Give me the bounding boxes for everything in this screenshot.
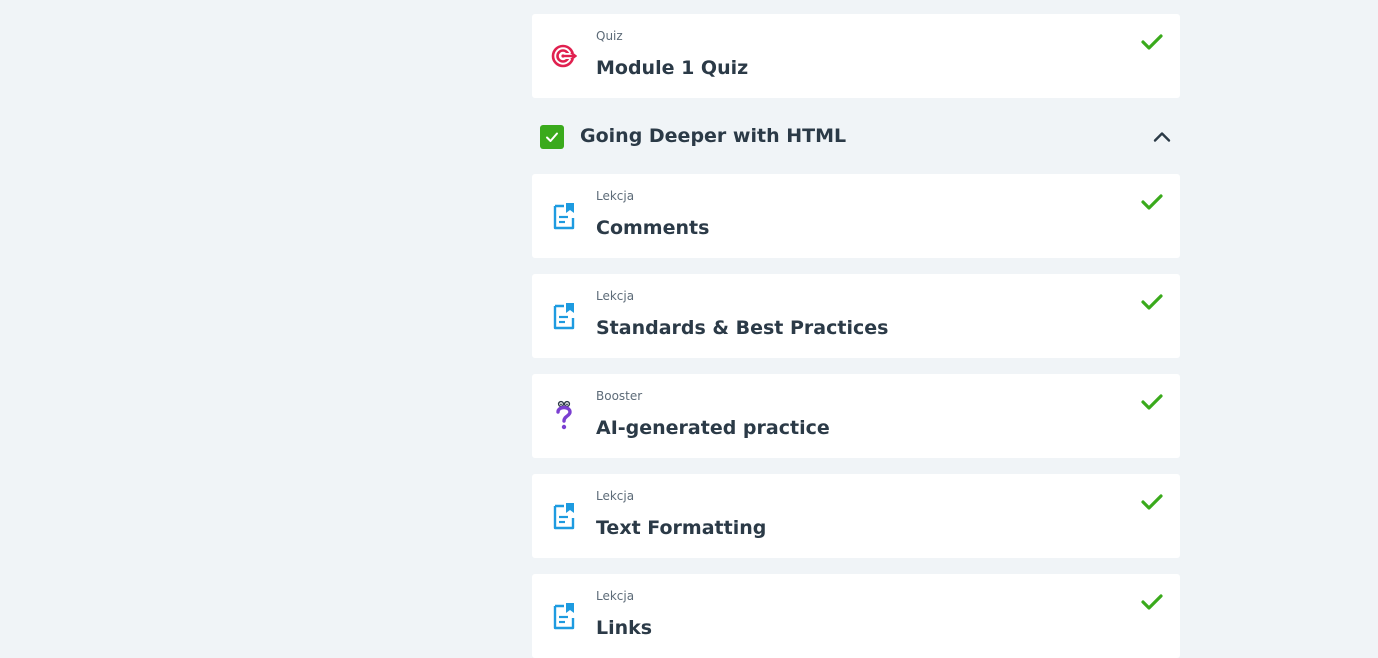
item-type-label: Lekcja bbox=[596, 289, 635, 303]
item-type-label: Booster bbox=[596, 389, 643, 403]
question-mark-icon bbox=[550, 400, 578, 430]
section-completed-checkbox-icon bbox=[540, 125, 564, 149]
lesson-document-icon bbox=[550, 302, 578, 330]
quiz-item-module-1[interactable]: Quiz Module 1 Quiz bbox=[532, 14, 1180, 98]
lesson-document-icon bbox=[550, 602, 578, 630]
lesson-item-comments[interactable]: Lekcja Comments bbox=[532, 174, 1180, 258]
item-title: Text Formatting bbox=[596, 517, 767, 539]
booster-item-ai-practice[interactable]: Booster AI-generated practice bbox=[532, 374, 1180, 458]
completed-check-icon bbox=[1140, 32, 1164, 52]
section-header-going-deeper[interactable]: Going Deeper with HTML bbox=[532, 98, 1180, 174]
item-title: Links bbox=[596, 617, 653, 639]
lesson-document-icon bbox=[550, 502, 578, 530]
chevron-up-icon[interactable] bbox=[1152, 127, 1172, 147]
completed-check-icon bbox=[1140, 592, 1164, 612]
course-outline: Quiz Module 1 Quiz Going Deeper with HTM… bbox=[532, 14, 1180, 658]
completed-check-icon bbox=[1140, 292, 1164, 312]
lesson-item-standards[interactable]: Lekcja Standards & Best Practices bbox=[532, 274, 1180, 358]
section-title: Going Deeper with HTML bbox=[580, 125, 847, 147]
item-type-label: Lekcja bbox=[596, 489, 635, 503]
completed-check-icon bbox=[1140, 492, 1164, 512]
item-type-label: Quiz bbox=[596, 29, 623, 43]
completed-check-icon bbox=[1140, 192, 1164, 212]
lesson-item-text-formatting[interactable]: Lekcja Text Formatting bbox=[532, 474, 1180, 558]
item-title: AI-generated practice bbox=[596, 417, 830, 439]
item-type-label: Lekcja bbox=[596, 189, 635, 203]
completed-check-icon bbox=[1140, 392, 1164, 412]
item-title: Standards & Best Practices bbox=[596, 317, 889, 339]
item-title: Module 1 Quiz bbox=[596, 57, 749, 79]
lesson-document-icon bbox=[550, 202, 578, 230]
target-icon bbox=[550, 42, 578, 70]
lesson-item-links[interactable]: Lekcja Links bbox=[532, 574, 1180, 658]
item-type-label: Lekcja bbox=[596, 589, 635, 603]
item-title: Comments bbox=[596, 217, 710, 239]
